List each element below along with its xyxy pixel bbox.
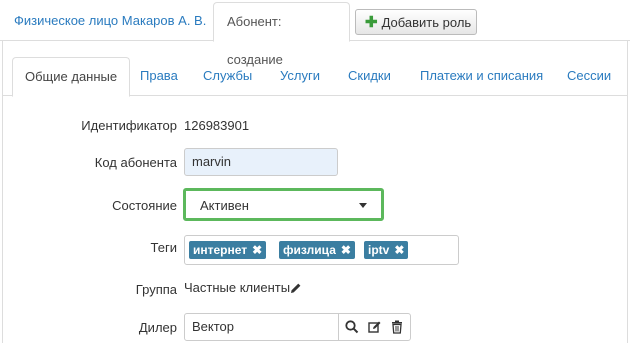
dealer-input[interactable]: Вектор	[185, 314, 337, 340]
code-label: Код абонента	[94, 155, 177, 170]
tag-chip: интернет ✖	[189, 241, 267, 259]
add-role-button[interactable]: ✚ Добавить роль	[355, 9, 477, 35]
status-select[interactable]: Активен	[183, 188, 384, 221]
tab-person[interactable]: Физическое лицо Макаров А. В.	[14, 2, 206, 40]
plus-icon: ✚	[365, 13, 378, 31]
group-value: Частные клиенты	[184, 280, 291, 295]
tab-rights[interactable]: Права	[140, 57, 178, 95]
status-label: Состояние	[112, 198, 177, 213]
top-tabs: Физическое лицо Макаров А. В. Абонент: с…	[0, 0, 630, 67]
tag-label: iptv	[368, 243, 390, 257]
tab-subscriber-create[interactable]: Абонент: создание	[213, 2, 350, 67]
identifier-label: Идентификатор	[81, 118, 177, 133]
tab-offers[interactable]: Услуги	[280, 57, 320, 95]
tag-label: интернет	[193, 243, 248, 257]
sub-tabs: Общие данные Права Службы Услуги Скидки …	[12, 57, 627, 97]
tab-discounts[interactable]: Скидки	[348, 57, 391, 95]
search-icon[interactable]	[344, 319, 360, 335]
tags-input[interactable]: интернет ✖ физлица ✖ iptv ✖	[184, 235, 459, 265]
code-input[interactable]: marvin	[184, 148, 338, 176]
tab-general[interactable]: Общие данные	[12, 57, 131, 97]
dealer-label: Дилер	[138, 320, 177, 335]
edit-icon[interactable]	[367, 319, 383, 335]
tab-sessions[interactable]: Сессии	[567, 57, 611, 95]
tag-chip: физлица ✖	[279, 241, 355, 259]
caret-down-icon	[359, 203, 367, 208]
tags-label: Теги	[150, 240, 177, 255]
remove-tag-icon[interactable]: ✖	[252, 243, 262, 257]
tag-chip: iptv ✖	[364, 241, 409, 259]
remove-tag-icon[interactable]: ✖	[394, 243, 404, 257]
dealer-field: Вектор	[184, 313, 411, 341]
pencil-icon[interactable]	[290, 282, 302, 294]
add-role-label: Добавить роль	[381, 14, 472, 30]
tab-payments[interactable]: Платежи и списания	[420, 57, 543, 95]
trash-icon[interactable]	[389, 319, 405, 335]
identifier-value: 126983901	[184, 118, 250, 133]
group-label: Группа	[135, 282, 177, 297]
remove-tag-icon[interactable]: ✖	[341, 243, 351, 257]
dealer-separator	[338, 314, 339, 340]
tag-label: физлица	[283, 243, 336, 257]
status-value: Активен	[200, 198, 249, 213]
